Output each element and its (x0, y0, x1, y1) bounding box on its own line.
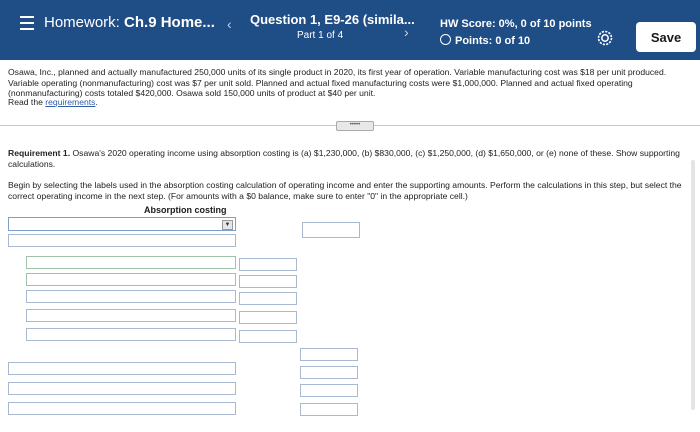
label-input[interactable] (8, 382, 236, 395)
label-input[interactable] (26, 256, 236, 269)
label-input[interactable] (26, 328, 236, 341)
absorption-costing-header: Absorption costing (144, 205, 227, 215)
question-title[interactable]: Question 1, E9-26 (simila... (250, 12, 415, 27)
label-input[interactable] (26, 290, 236, 303)
label-input[interactable] (26, 273, 236, 286)
amount-input[interactable] (300, 348, 358, 361)
label-dropdown-1[interactable]: ▼ (8, 217, 236, 231)
status-circle-icon (440, 34, 451, 45)
amount-input[interactable] (239, 258, 297, 271)
question-part: Part 1 of 4 (297, 30, 344, 41)
amount-input[interactable] (300, 384, 358, 397)
label-input[interactable] (8, 234, 236, 247)
label-input[interactable] (8, 362, 236, 375)
requirement-1: Requirement 1. Osawa's 2020 operating in… (8, 148, 688, 169)
amount-input[interactable] (239, 275, 297, 288)
amount-input[interactable] (239, 330, 297, 343)
chevron-down-icon[interactable]: ▼ (222, 220, 233, 230)
instructions: Begin by selecting the labels used in th… (8, 180, 682, 201)
points-text: Points: 0 of 10 (455, 35, 531, 47)
homework-name: Ch.9 Home... (124, 14, 215, 31)
save-button[interactable]: Save (636, 22, 696, 52)
menu-icon[interactable] (20, 16, 34, 30)
next-question-icon[interactable]: › (404, 24, 409, 40)
amount-input[interactable] (302, 222, 360, 238)
prev-question-icon[interactable]: ‹ (227, 16, 232, 32)
homework-label: Homework: (44, 14, 120, 31)
requirement-text: Osawa's 2020 operating income using abso… (8, 148, 680, 169)
top-bar: Homework: Ch.9 Home... ‹ Question 1, E9-… (0, 0, 700, 60)
read-suffix: . (95, 97, 98, 107)
amount-input[interactable] (239, 292, 297, 305)
requirements-link[interactable]: requirements (45, 97, 95, 107)
page-scrollbar[interactable] (691, 160, 695, 410)
label-input[interactable] (26, 309, 236, 322)
amount-input[interactable] (239, 311, 297, 324)
read-prefix: Read the (8, 97, 46, 107)
problem-statement: Osawa, Inc., planned and actually manufa… (8, 67, 667, 98)
hw-score: HW Score: 0%, 0 of 10 points (440, 18, 592, 30)
amount-input[interactable] (300, 366, 358, 379)
homework-title[interactable]: Homework: Ch.9 Home... (44, 14, 215, 31)
points-status: Points: 0 of 10 (440, 34, 530, 47)
expand-collapse-button[interactable]: ••••• (336, 121, 374, 131)
read-requirements-line: Read the requirements. (8, 97, 98, 107)
requirement-label: Requirement 1. (8, 148, 71, 158)
gear-icon[interactable] (597, 30, 613, 46)
label-input[interactable] (8, 402, 236, 415)
amount-input[interactable] (300, 403, 358, 416)
